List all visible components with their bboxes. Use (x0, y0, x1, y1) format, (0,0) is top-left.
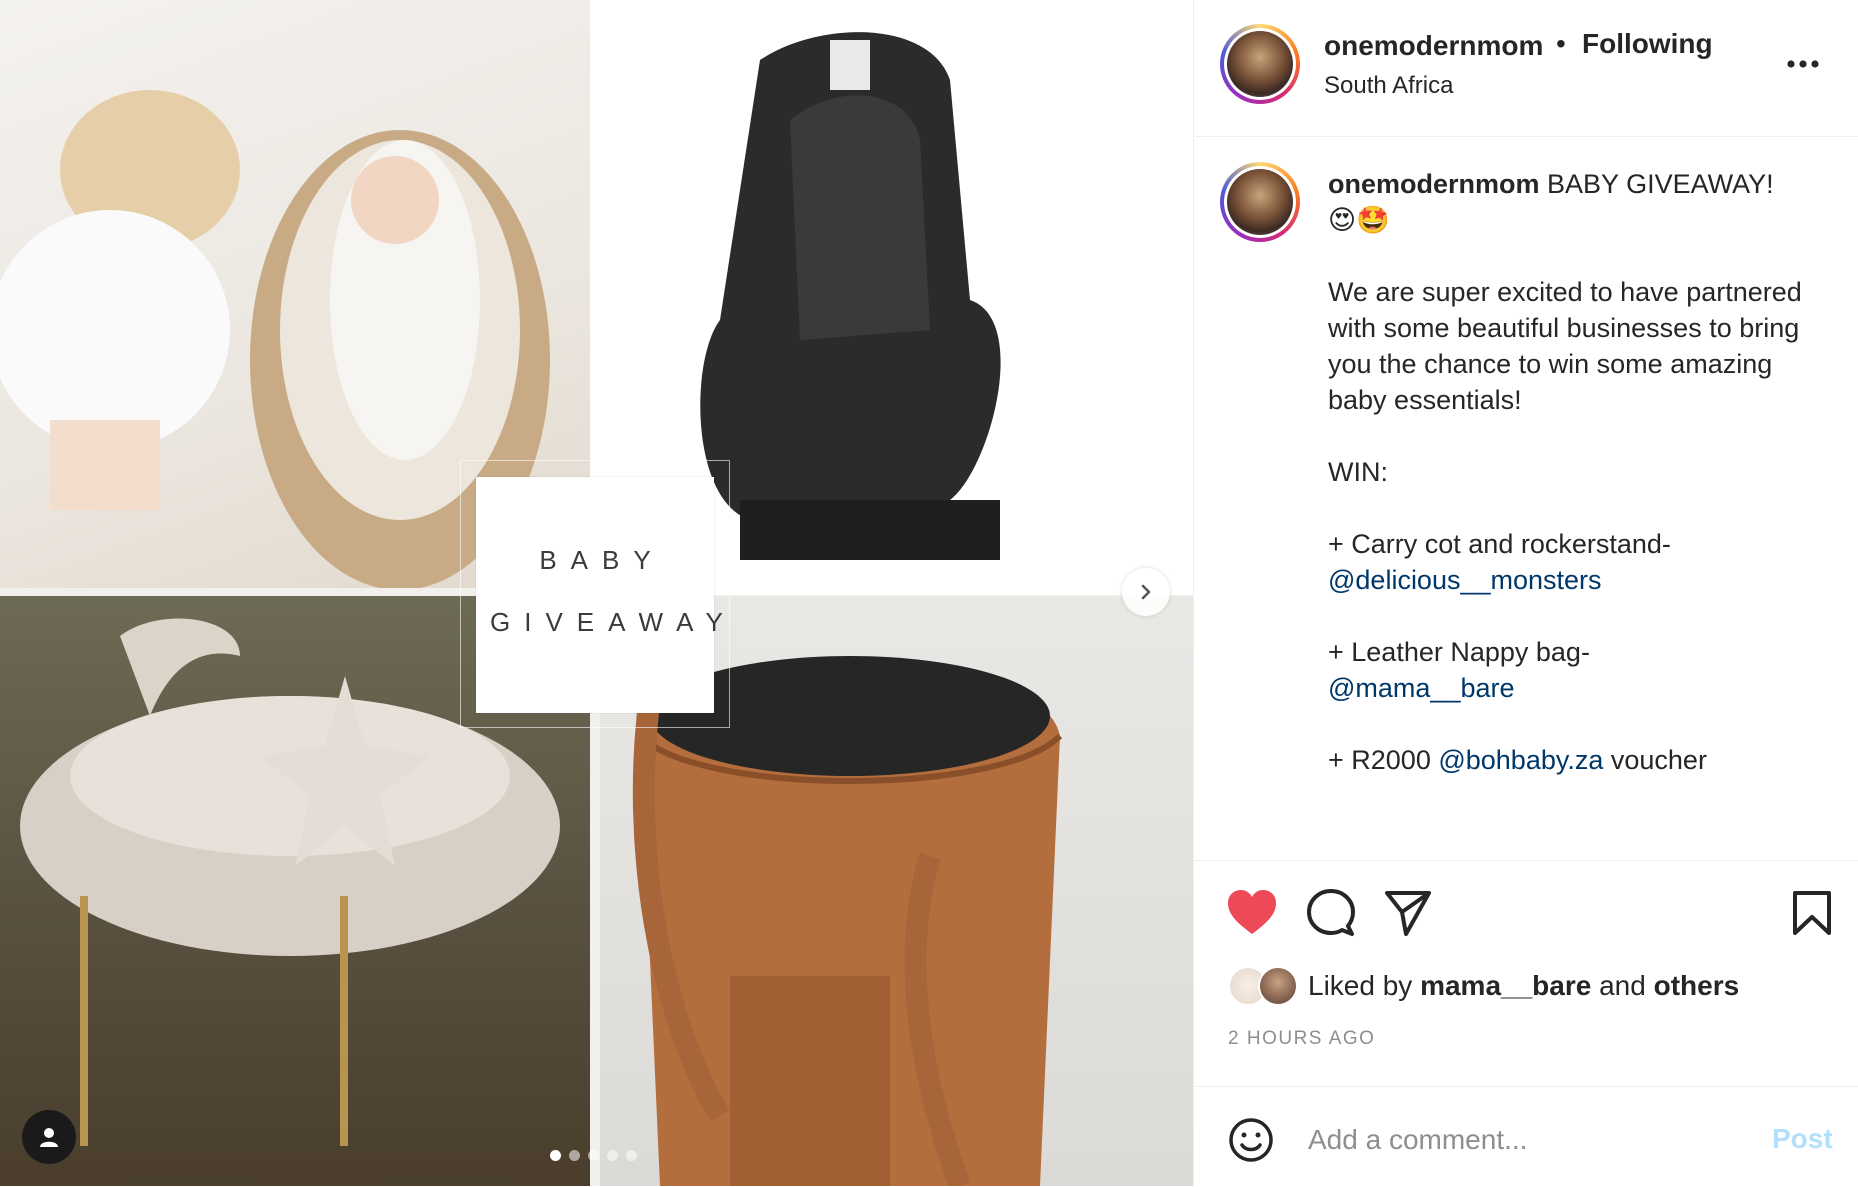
post-media-carousel[interactable]: BABY GIVEAWAY (0, 0, 1193, 1186)
likes-middle: and (1591, 970, 1654, 1001)
post-location[interactable]: South Africa (1324, 72, 1453, 100)
carousel-dot (626, 1150, 637, 1161)
following-button[interactable]: Following (1582, 28, 1713, 60)
header-separator: • (1556, 28, 1566, 59)
giveaway-overlay: BABY GIVEAWAY (476, 477, 737, 713)
more-icon (1787, 60, 1819, 68)
caption-username[interactable]: onemodernmom (1328, 169, 1540, 199)
emoji-icon (1229, 1118, 1273, 1162)
comment-button[interactable] (1306, 888, 1356, 943)
comment-bar: Post (1194, 1086, 1858, 1187)
post-comment-button[interactable]: Post (1772, 1123, 1833, 1155)
post-caption: onemodernmom BABY GIVEAWAY! 😍🤩 We are su… (1194, 136, 1858, 861)
comment-icon (1307, 889, 1355, 936)
overlay-line-giveaway: GIVEAWAY (490, 607, 737, 637)
author-username[interactable]: onemodernmom (1324, 30, 1543, 62)
post-actions: Liked by mama__bare and others 2 HOURS A… (1194, 860, 1858, 1080)
chevron-right-icon (1141, 584, 1151, 600)
bookmark-icon (1793, 891, 1831, 935)
caption-item2: + Leather Nappy bag- (1328, 637, 1590, 667)
likes-summary[interactable]: Liked by mama__bare and others (1228, 966, 1739, 1006)
share-icon (1385, 891, 1431, 936)
author-avatar[interactable] (1220, 24, 1300, 104)
caption-first-line: BABY GIVEAWAY! (1539, 169, 1774, 199)
save-button[interactable] (1792, 890, 1832, 941)
heart-icon (1228, 890, 1276, 934)
overlay-line-baby: BABY (539, 545, 665, 575)
post-header: onemodernmom • Following South Africa (1194, 0, 1858, 137)
likes-prefix: Liked by (1308, 970, 1421, 1001)
share-button[interactable] (1384, 890, 1432, 941)
caption-avatar[interactable] (1220, 162, 1300, 242)
liker-avatar (1258, 966, 1298, 1006)
caption-text: onemodernmom BABY GIVEAWAY! 😍🤩 We are su… (1328, 166, 1828, 778)
caption-body: We are super excited to have partnered w… (1328, 277, 1802, 415)
caption-item3-prefix: + R2000 (1328, 745, 1439, 775)
carousel-dot (607, 1150, 618, 1161)
liker-username[interactable]: mama__bare (1420, 970, 1591, 1001)
carousel-dot (569, 1150, 580, 1161)
carousel-dot (550, 1150, 561, 1161)
mention-link[interactable]: @mama__bare (1328, 673, 1515, 703)
caption-emojis: 😍🤩 (1328, 205, 1390, 235)
more-options-button[interactable] (1786, 56, 1820, 74)
emoji-button[interactable] (1228, 1117, 1274, 1168)
post-timestamp[interactable]: 2 HOURS AGO (1228, 1028, 1375, 1050)
likes-others[interactable]: others (1654, 970, 1740, 1001)
mention-link[interactable]: @delicious__monsters (1328, 565, 1602, 595)
post-side-panel: onemodernmom • Following South Africa on… (1193, 0, 1858, 1186)
carousel-dots (550, 1150, 637, 1161)
user-tags-button[interactable] (22, 1110, 76, 1164)
caption-item3-suffix: voucher (1603, 745, 1707, 775)
comment-input[interactable] (1306, 1117, 1750, 1163)
next-slide-button[interactable] (1122, 568, 1170, 616)
mention-link[interactable]: @bohbaby.za (1438, 745, 1603, 775)
caption-win-label: WIN: (1328, 457, 1388, 487)
carousel-dot (588, 1150, 599, 1161)
caption-item1: + Carry cot and rockerstand- (1328, 529, 1671, 559)
like-button[interactable] (1226, 888, 1278, 941)
likes-text: Liked by mama__bare and others (1308, 970, 1739, 1002)
user-tag-icon (40, 1128, 58, 1147)
